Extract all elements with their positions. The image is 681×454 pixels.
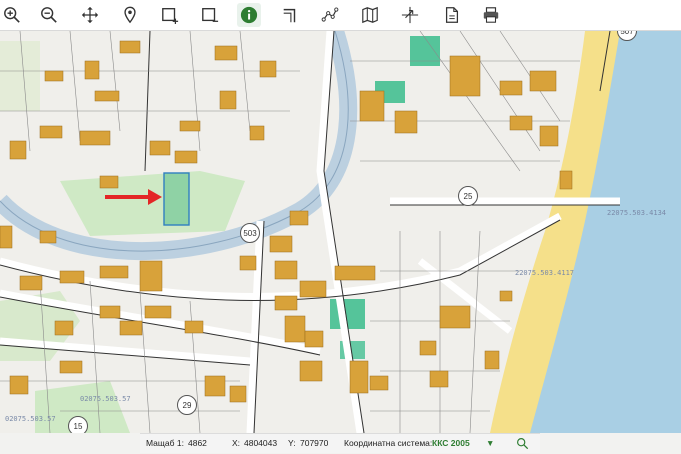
x-label: X: (232, 438, 241, 448)
crs-select[interactable]: ККС 2005 (432, 438, 470, 448)
coordinates-button[interactable] (398, 3, 422, 27)
document-button[interactable] (440, 3, 464, 27)
road-badge: 25 (458, 186, 478, 206)
scale-label: Мащаб 1: (146, 438, 184, 448)
map-layers-button[interactable] (358, 3, 382, 27)
parcel-id-label: 02075.503.57 (80, 395, 131, 403)
coordinates-icon (401, 6, 419, 24)
document-icon (445, 7, 459, 23)
map-toolbar (0, 0, 681, 31)
location-button[interactable] (118, 3, 142, 27)
map-status-bar: Мащаб 1: 4862 X: 4804043 Y: 707970 Коорд… (140, 433, 540, 453)
highlight-block (410, 36, 440, 66)
search-button[interactable] (510, 435, 534, 452)
parcel-id-label: 22075.503.4117 (515, 269, 575, 277)
park-area (0, 41, 40, 111)
pan-button[interactable] (78, 3, 102, 27)
park-area (60, 171, 245, 236)
location-pin-icon (124, 6, 136, 24)
parcel-id-label: 02075.503.57 (5, 415, 56, 423)
measure-angle-icon (283, 8, 296, 23)
print-button[interactable] (479, 3, 503, 27)
crs-label: Координатна система: (344, 438, 433, 448)
zoom-in-icon (4, 7, 20, 23)
cadastral-map[interactable]: 503 25 29 15 507 22075.503.4134 22075.50… (0, 31, 681, 433)
x-coordinate: 4804043 (244, 438, 278, 448)
print-icon (483, 7, 499, 23)
search-icon (516, 438, 528, 450)
y-label: Y: (288, 438, 296, 448)
remove-area-button[interactable] (198, 3, 222, 27)
measure-angle-button[interactable] (278, 3, 302, 27)
selected-parcel[interactable] (163, 172, 190, 226)
add-area-button[interactable] (158, 3, 182, 27)
pan-icon (81, 6, 99, 24)
zoom-out-icon (41, 7, 57, 23)
route-icon (321, 7, 339, 22)
route-button[interactable] (318, 3, 342, 27)
map-layers-icon (362, 6, 378, 24)
info-button[interactable] (237, 3, 261, 27)
y-coordinate: 707970 (300, 438, 329, 448)
parcel-id-label: 22075.503.4134 (607, 209, 667, 217)
map-canvas (0, 31, 681, 433)
scale-value: 4862 (188, 438, 207, 448)
road-badge: 503 (240, 223, 260, 243)
remove-area-icon (202, 8, 219, 22)
zoom-out-button[interactable] (37, 3, 61, 27)
road-badge: 29 (177, 395, 197, 415)
road-badge: 15 (68, 416, 88, 433)
info-icon (240, 6, 258, 24)
add-area-icon (162, 8, 179, 24)
zoom-in-button[interactable] (0, 3, 24, 27)
chevron-down-icon[interactable]: ▼ (486, 438, 494, 448)
